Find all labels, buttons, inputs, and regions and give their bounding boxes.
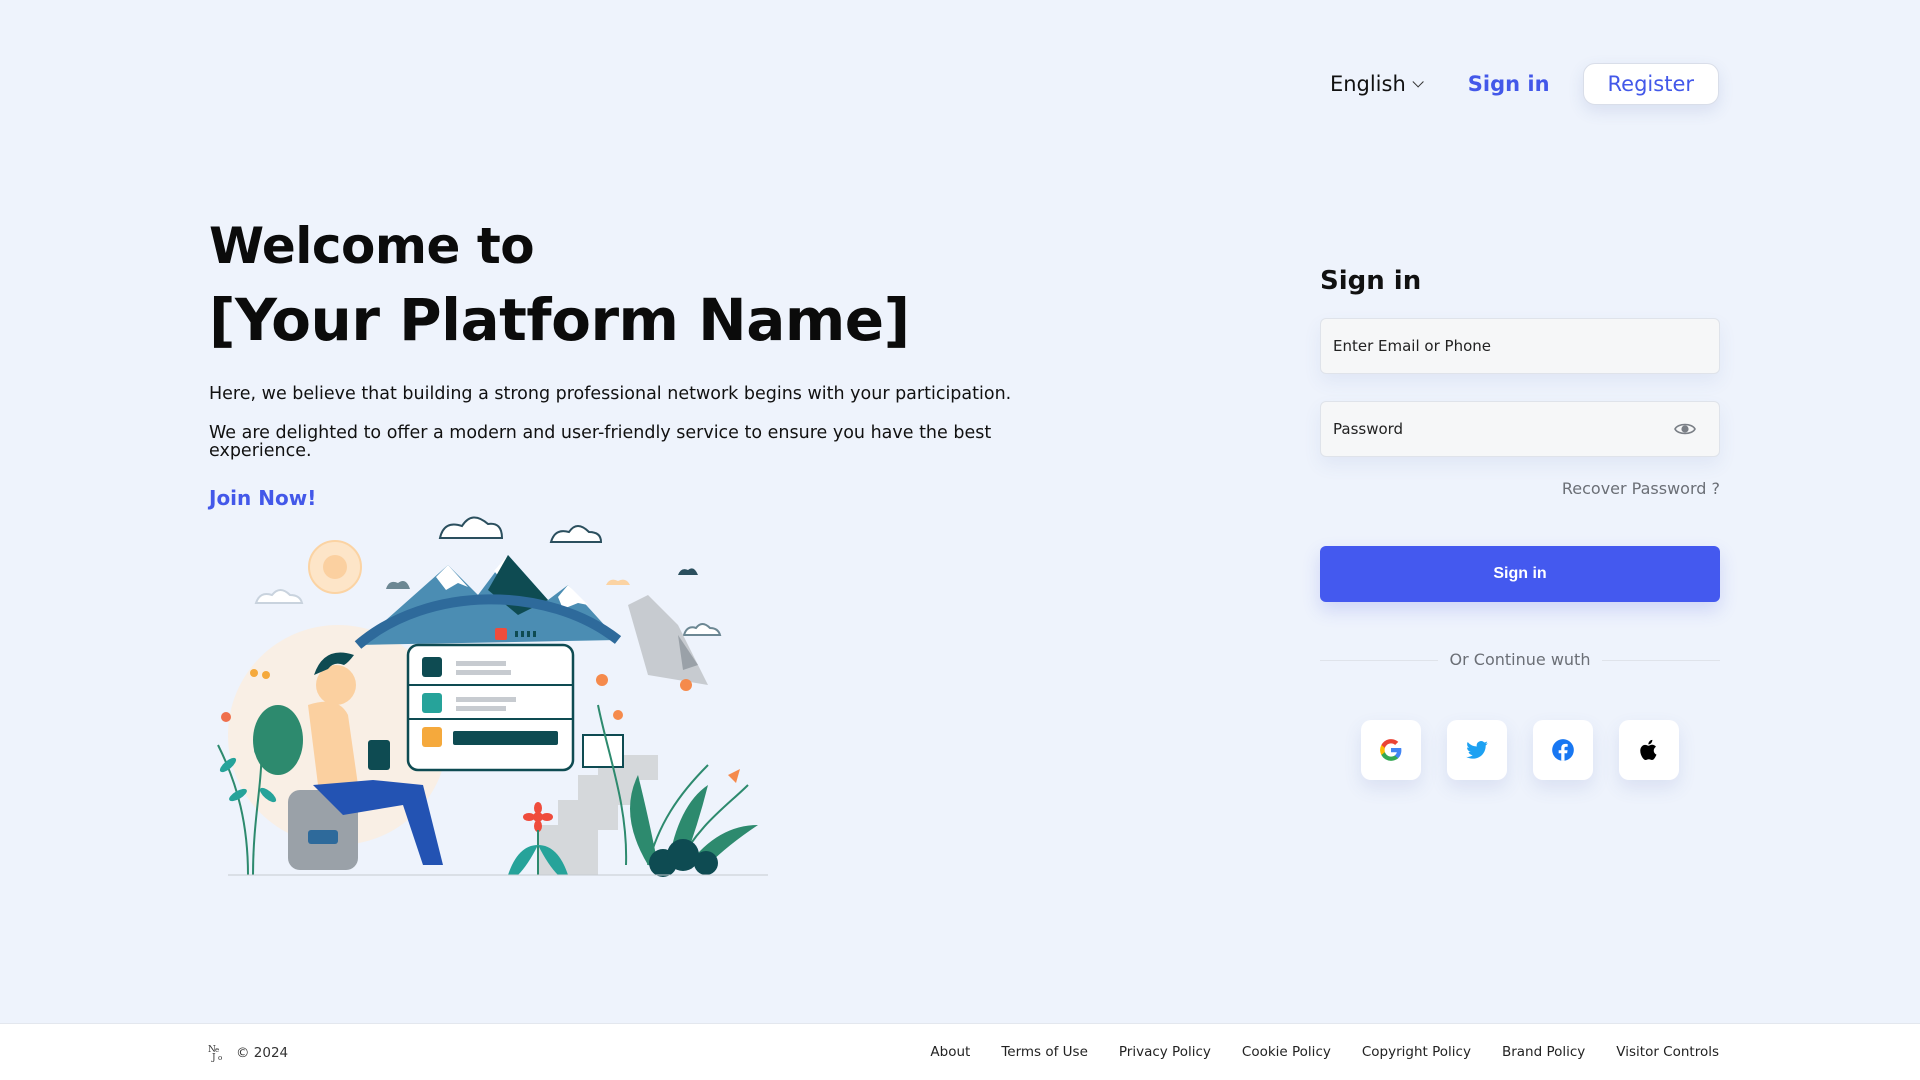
svg-text:e: e: [215, 1046, 219, 1054]
language-label: English: [1329, 72, 1406, 96]
google-signin-button[interactable]: [1361, 720, 1421, 780]
eye-icon[interactable]: [1673, 417, 1697, 441]
facebook-icon: [1552, 739, 1574, 761]
footer-left: N e J o © 2024: [208, 1044, 288, 1062]
divider-text: Or Continue wuth: [1437, 650, 1603, 669]
signin-submit-button[interactable]: Sign in: [1320, 546, 1720, 602]
footer: N e J o © 2024 About Terms of Use Privac…: [0, 1023, 1920, 1080]
twitter-icon: [1466, 741, 1488, 759]
password-field[interactable]: [1320, 401, 1720, 457]
svg-text:J: J: [211, 1053, 216, 1062]
signin-title: Sign in: [1320, 266, 1422, 296]
signin-form: Sign in Recover Password ? Sign in Or Co…: [1320, 266, 1720, 780]
hero-illustration: [217, 516, 768, 877]
login-page: English Sign in Register Welcome to [You…: [0, 0, 1920, 1080]
brand-logo-icon: N e J o: [208, 1045, 222, 1062]
footer-link-visitor-controls[interactable]: Visitor Controls: [1616, 1044, 1719, 1060]
footer-link-privacy[interactable]: Privacy Policy: [1119, 1044, 1211, 1060]
top-nav: English Sign in Register: [1330, 63, 1719, 105]
footer-link-terms[interactable]: Terms of Use: [1001, 1044, 1088, 1060]
language-selector[interactable]: English: [1329, 72, 1424, 96]
continue-divider: Or Continue wuth: [1320, 650, 1720, 670]
apple-signin-button[interactable]: [1619, 720, 1679, 780]
apple-icon: [1640, 739, 1657, 760]
page-title: Welcome to [Your Platform Name]: [209, 216, 1029, 356]
password-input[interactable]: [1333, 420, 1673, 438]
chevron-down-icon: [1412, 76, 1424, 88]
title-line-2: [Your Platform Name]: [209, 286, 910, 354]
footer-link-cookie[interactable]: Cookie Policy: [1242, 1044, 1331, 1060]
social-login-buttons: [1320, 720, 1720, 780]
recover-password-link[interactable]: Recover Password ?: [1320, 479, 1720, 498]
svg-text:o: o: [218, 1054, 222, 1062]
hero-description-2: We are delighted to offer a modern and u…: [209, 423, 992, 461]
hero-section: Welcome to [Your Platform Name] Here, we…: [209, 216, 1029, 510]
copyright-text: © 2024: [236, 1045, 289, 1061]
google-icon: [1380, 739, 1402, 761]
footer-link-brand[interactable]: Brand Policy: [1502, 1044, 1585, 1060]
footer-links: About Terms of Use Privacy Policy Cookie…: [930, 1044, 1719, 1060]
footer-link-about[interactable]: About: [930, 1044, 970, 1060]
register-button[interactable]: Register: [1582, 63, 1719, 105]
facebook-signin-button[interactable]: [1533, 720, 1593, 780]
hero-description-1: Here, we believe that building a strong …: [209, 383, 1012, 404]
footer-link-copyright[interactable]: Copyright Policy: [1362, 1044, 1471, 1060]
nav-signin-link[interactable]: Sign in: [1468, 72, 1550, 96]
twitter-signin-button[interactable]: [1447, 720, 1507, 780]
title-line-1: Welcome to: [209, 217, 535, 275]
email-input[interactable]: [1333, 337, 1707, 355]
email-field[interactable]: [1320, 318, 1720, 374]
